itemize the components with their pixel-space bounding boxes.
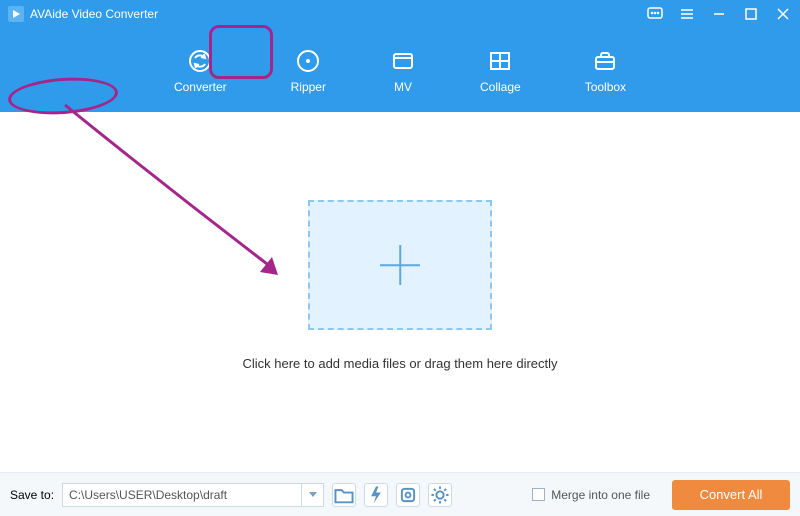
close-icon[interactable]: [774, 5, 792, 23]
tab-ripper[interactable]: Ripper: [281, 42, 336, 98]
tab-mv[interactable]: MV: [380, 42, 426, 98]
tab-label: MV: [394, 80, 412, 94]
main-tabs: Converter Ripper MV Collage Toolbox: [0, 28, 800, 98]
drop-hint: Click here to add media files or drag th…: [242, 356, 557, 371]
settings-button[interactable]: [428, 483, 452, 507]
hardware-accel-button[interactable]: [396, 483, 420, 507]
feedback-icon[interactable]: [646, 5, 664, 23]
merge-label: Merge into one file: [551, 488, 650, 502]
footer: Save to: C:\Users\USER\Desktop\draft Mer…: [0, 472, 800, 516]
app-logo-icon: [8, 6, 24, 22]
titlebar: AVAide Video Converter: [0, 0, 800, 28]
maximize-icon[interactable]: [742, 5, 760, 23]
plus-icon: [380, 245, 420, 285]
converter-icon: [187, 48, 213, 74]
collage-icon: [487, 48, 513, 74]
save-to-label: Save to:: [10, 488, 54, 502]
tab-label: Ripper: [291, 80, 326, 94]
convert-all-button[interactable]: Convert All: [672, 480, 790, 510]
merge-checkbox[interactable]: Merge into one file: [532, 488, 650, 502]
header: AVAide Video Converter Converter Ripper …: [0, 0, 800, 112]
tab-label: Toolbox: [585, 80, 626, 94]
save-path-input[interactable]: C:\Users\USER\Desktop\draft: [62, 483, 324, 507]
window-controls: [646, 5, 792, 23]
tab-converter[interactable]: Converter: [164, 42, 237, 98]
tab-toolbox[interactable]: Toolbox: [575, 42, 636, 98]
boost-button[interactable]: [364, 483, 388, 507]
minimize-icon[interactable]: [710, 5, 728, 23]
menu-icon[interactable]: [678, 5, 696, 23]
tab-label: Collage: [480, 80, 521, 94]
toolbox-icon: [592, 48, 618, 74]
mv-icon: [390, 48, 416, 74]
tab-collage[interactable]: Collage: [470, 42, 531, 98]
open-folder-button[interactable]: [332, 483, 356, 507]
drop-zone[interactable]: [308, 200, 492, 330]
ripper-icon: [295, 48, 321, 74]
save-path-value: C:\Users\USER\Desktop\draft: [69, 488, 227, 502]
chevron-down-icon[interactable]: [301, 484, 323, 506]
checkbox-icon: [532, 488, 545, 501]
app-title: AVAide Video Converter: [30, 7, 158, 21]
main-area: Click here to add media files or drag th…: [0, 112, 800, 472]
tab-label: Converter: [174, 80, 227, 94]
